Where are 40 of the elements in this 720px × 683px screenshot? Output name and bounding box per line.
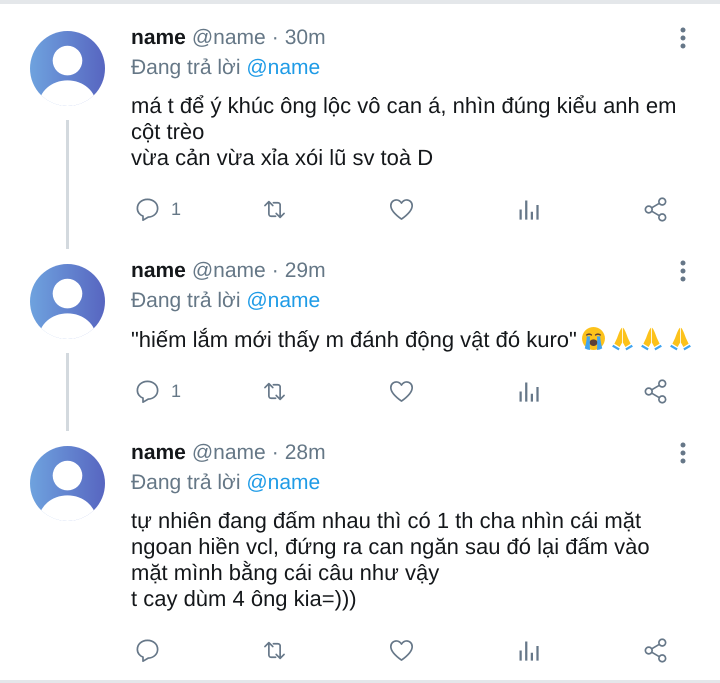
tweet-text: "hiếm lắm mới thấy m đánh động vật đó kuro" [131,327,577,352]
tweet-text: má t để ý khúc ông lộc vô can á, nhìn đúng kiểu anh em cột trèo vừa cản vừa xỉa xói lũ sv toà D [131,93,676,170]
author-handle: @name [192,441,266,465]
avatar-icon[interactable] [30,31,105,106]
avatar-icon[interactable] [30,264,105,339]
folded-hands-emoji-icon [638,326,664,351]
reply-icon [134,196,161,222]
author-name[interactable]: name [131,26,186,50]
timestamp: 30m [284,26,326,50]
reply-icon [134,378,161,404]
mention-link[interactable]: @name [246,471,320,494]
author-name[interactable]: name [131,259,186,283]
more-icon[interactable] [680,27,686,49]
author-handle: @name [192,259,266,283]
replying-to-text: Đang trả lời @name [131,288,322,314]
folded-hands-emoji-icon [668,326,693,351]
replying-to-text: Đang trả lời @name [131,55,322,81]
tweet-text: tự nhiên đang đấm nhau thì có 1 th cha nhìn cái mặt ngoan hiền vcl, đứng ra can ngăn sau đó lại đấm vào mặt mình bằng cái câu như vậy t cay dùm 4 ông kia=))) [131,508,650,611]
timestamp: 29m [284,259,326,283]
replying-to-text: Đang trả lời @name [131,470,322,496]
separator: · [272,259,279,283]
share-icon[interactable] [642,196,669,222]
mention-link[interactable]: @name [246,56,320,79]
folded-hands-emoji-icon [610,326,635,351]
more-icon[interactable] [680,260,686,282]
separator: · [272,26,279,50]
reply-icon [134,636,161,664]
crying-face-emoji-icon [580,326,606,351]
mention-link[interactable]: @name [246,289,320,312]
share-icon[interactable] [642,378,669,404]
more-icon[interactable] [680,442,686,464]
reply-button[interactable]: 1 [134,378,182,404]
share-icon[interactable] [642,636,669,664]
author-name[interactable]: name [131,441,186,465]
avatar-icon[interactable] [30,446,105,521]
author-handle: @name [192,26,266,50]
reply-button[interactable]: 1 [134,196,182,222]
timestamp: 28m [284,441,326,465]
separator: · [272,441,279,465]
reply-button[interactable] [134,636,161,664]
